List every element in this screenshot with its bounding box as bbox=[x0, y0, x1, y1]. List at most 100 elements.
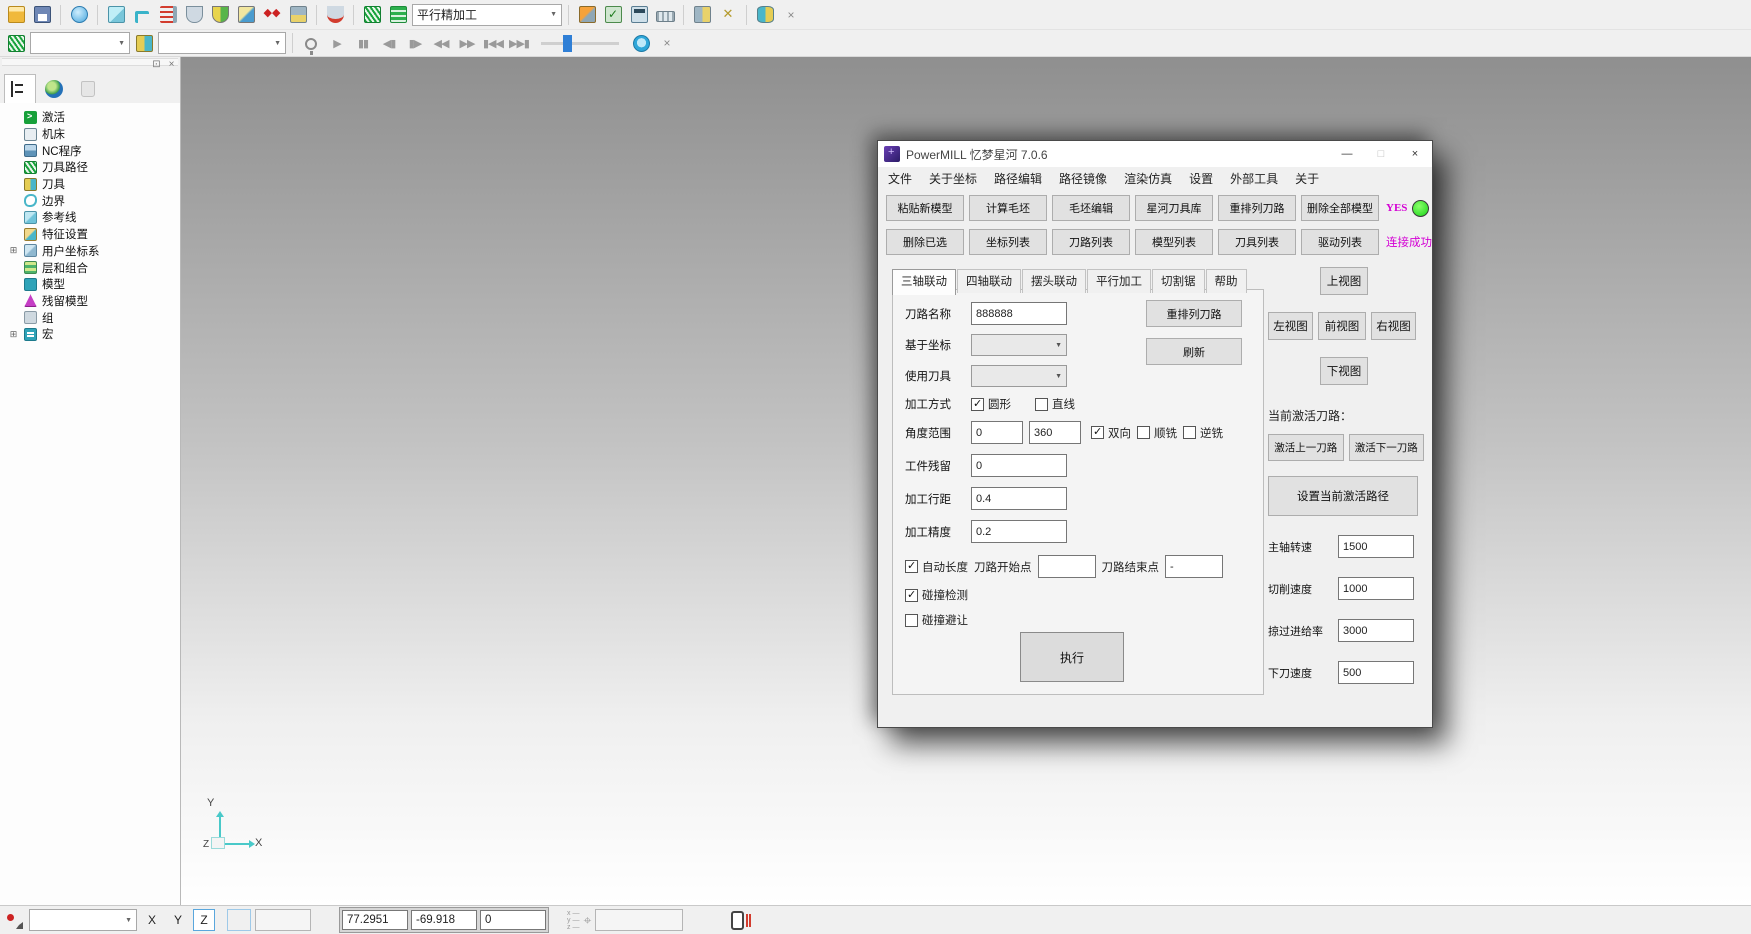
tab-swivel-head[interactable]: 摆头联动 bbox=[1022, 269, 1086, 293]
tool-block-button[interactable] bbox=[286, 3, 310, 27]
climb-mill-checkbox[interactable]: 顺铣 bbox=[1137, 425, 1177, 441]
spindle-speed-input[interactable]: 1500 bbox=[1338, 535, 1414, 558]
execute-button[interactable]: 执行 bbox=[1020, 632, 1124, 682]
leads-links-button[interactable] bbox=[208, 3, 232, 27]
tree-item-toolpaths[interactable]: 刀具路径 bbox=[8, 159, 180, 176]
tree-item-workplanes[interactable]: 用户坐标系 bbox=[8, 243, 180, 260]
axis-x-button[interactable]: X bbox=[141, 909, 163, 931]
bidirectional-checkbox[interactable]: 双向 bbox=[1091, 425, 1131, 441]
fast-forward-button[interactable]: ▶▶ bbox=[455, 31, 479, 55]
tab-4axis[interactable]: 四轴联动 bbox=[957, 269, 1021, 293]
open-file-button[interactable] bbox=[4, 3, 28, 27]
angle-end-input[interactable]: 360 bbox=[1029, 421, 1081, 444]
tree-item-groups[interactable]: 组 bbox=[8, 309, 180, 326]
set-active-path-button[interactable]: 设置当前激活路径 bbox=[1268, 476, 1418, 516]
tree-item-activate[interactable]: 激活 bbox=[8, 109, 180, 126]
path-start-input[interactable] bbox=[1038, 555, 1096, 578]
menu-about[interactable]: 关于 bbox=[1295, 170, 1319, 187]
expand-icon[interactable] bbox=[8, 245, 19, 256]
delete-all-models-button[interactable]: 删除全部模型 bbox=[1301, 195, 1379, 221]
activate-next-toolpath-button[interactable]: 激活下一刀路 bbox=[1349, 434, 1425, 461]
stock-remain-input[interactable]: 0 bbox=[971, 454, 1067, 477]
panel-toggle-icon[interactable] bbox=[731, 911, 744, 930]
collision-avoid-checkbox[interactable]: 碰撞避让 bbox=[905, 612, 968, 628]
workplane-dropdown[interactable]: ▼ bbox=[29, 909, 137, 931]
toolpath-button[interactable] bbox=[360, 3, 384, 27]
conventional-mill-checkbox[interactable]: 逆铣 bbox=[1183, 425, 1223, 441]
tree-item-stock-models[interactable]: 残留模型 bbox=[8, 293, 180, 310]
pause-button[interactable]: ▮▮ bbox=[351, 31, 375, 55]
tab-recycle[interactable] bbox=[72, 74, 104, 104]
compare-models-button[interactable] bbox=[753, 3, 777, 27]
delete-selected-button[interactable]: 删除已选 bbox=[886, 229, 964, 255]
slider-thumb[interactable] bbox=[563, 35, 572, 52]
stock-edit-button[interactable]: 毛坯编辑 bbox=[1052, 195, 1130, 221]
rearrange-toolpaths-panel-button[interactable]: 重排列刀路 bbox=[1146, 300, 1242, 327]
toolpath-list-button[interactable]: 刀路列表 bbox=[1052, 229, 1130, 255]
grid-size-field[interactable] bbox=[255, 909, 311, 931]
view-left-button[interactable]: 左视图 bbox=[1268, 312, 1313, 340]
circle-checkbox[interactable]: 圆形 bbox=[971, 396, 1011, 412]
tab-web[interactable] bbox=[38, 74, 70, 104]
sim-tool-button[interactable] bbox=[132, 31, 156, 55]
toolpath-verify-button[interactable] bbox=[575, 3, 599, 27]
toolpath-check-button[interactable]: ✓ bbox=[601, 3, 625, 27]
expand-icon[interactable] bbox=[8, 329, 19, 340]
sim-toolpath-button[interactable] bbox=[4, 31, 28, 55]
tree-item-models[interactable]: 模型 bbox=[8, 276, 180, 293]
view-top-button[interactable]: 上视图 bbox=[1320, 267, 1368, 295]
tree-item-tools[interactable]: 刀具 bbox=[8, 176, 180, 193]
tree-item-boundaries[interactable]: 边界 bbox=[8, 192, 180, 209]
activate-prev-toolpath-button[interactable]: 激活上一刀路 bbox=[1268, 434, 1344, 461]
highlight-button[interactable] bbox=[299, 31, 323, 55]
transform-button[interactable]: ✕ bbox=[716, 3, 740, 27]
step-back-button[interactable]: ◀▮ bbox=[377, 31, 401, 55]
angle-start-input[interactable]: 0 bbox=[971, 421, 1023, 444]
line-checkbox[interactable]: 直线 bbox=[1035, 396, 1075, 412]
menu-render-sim[interactable]: 渲染仿真 bbox=[1124, 170, 1172, 187]
tab-3axis[interactable]: 三轴联动 bbox=[892, 269, 956, 295]
save-button[interactable] bbox=[30, 3, 54, 27]
tab-help[interactable]: 帮助 bbox=[1206, 269, 1247, 293]
maximize-button[interactable]: □ bbox=[1364, 141, 1398, 167]
stepover-input[interactable]: 0.4 bbox=[971, 487, 1067, 510]
sim-toolpath-dropdown[interactable]: ▼ bbox=[30, 32, 130, 54]
axis-y-button[interactable]: Y bbox=[167, 909, 189, 931]
auto-length-checkbox[interactable]: 自动长度 bbox=[905, 559, 968, 575]
feed-rate-button[interactable] bbox=[156, 3, 180, 27]
tree-item-feature-sets[interactable]: 特征设置 bbox=[8, 226, 180, 243]
drive-list-button[interactable]: 驱动列表 bbox=[1301, 229, 1379, 255]
based-coord-dropdown[interactable]: ▼ bbox=[971, 334, 1067, 356]
collision-check-checkbox[interactable]: 碰撞检测 bbox=[905, 587, 968, 603]
menu-external-tools[interactable]: 外部工具 bbox=[1230, 170, 1278, 187]
strategy-dropdown[interactable]: 平行精加工 ▼ bbox=[412, 4, 562, 26]
rewind-button[interactable]: ◀◀ bbox=[429, 31, 453, 55]
tolerance-input[interactable]: 0.2 bbox=[971, 520, 1067, 543]
menu-path-edit[interactable]: 路径编辑 bbox=[994, 170, 1042, 187]
cutting-feed-input[interactable]: 1000 bbox=[1338, 577, 1414, 600]
calc-stock-button[interactable]: 计算毛坯 bbox=[969, 195, 1047, 221]
tool-list-button[interactable]: 刀具列表 bbox=[1218, 229, 1296, 255]
coords-list-button[interactable]: 坐标列表 bbox=[969, 229, 1047, 255]
model-list-button[interactable]: 模型列表 bbox=[1135, 229, 1213, 255]
tab-parallel[interactable]: 平行加工 bbox=[1087, 269, 1151, 293]
speed-slider[interactable] bbox=[541, 42, 619, 45]
skim-feed-input[interactable]: 3000 bbox=[1338, 619, 1414, 642]
tree-item-nc-programs[interactable]: NC程序 bbox=[8, 142, 180, 159]
axis-z-button[interactable]: Z bbox=[193, 909, 215, 931]
tree-item-levels-sets[interactable]: 层和组合 bbox=[8, 259, 180, 276]
block-button[interactable] bbox=[104, 3, 128, 27]
minimize-button[interactable]: — bbox=[1330, 141, 1364, 167]
sim-tool-dropdown[interactable]: ▼ bbox=[158, 32, 286, 54]
sim-speed-button[interactable] bbox=[629, 31, 653, 55]
view-front-button[interactable]: 前视图 bbox=[1318, 312, 1366, 340]
strategy-list-button[interactable] bbox=[386, 3, 410, 27]
dialog-titlebar[interactable]: PowerMILL 忆梦星河 7.0.6 — □ × bbox=[878, 141, 1432, 167]
paste-new-model-button[interactable]: 粘贴新模型 bbox=[886, 195, 964, 221]
shading-button[interactable] bbox=[67, 3, 91, 27]
rapid-heights-button[interactable] bbox=[130, 3, 154, 27]
pattern-points-button[interactable]: ◆◆ bbox=[260, 3, 284, 27]
tab-explorer-tree[interactable] bbox=[4, 74, 36, 104]
refresh-button[interactable]: 刷新 bbox=[1146, 338, 1242, 365]
tool-holder-button[interactable] bbox=[690, 3, 714, 27]
